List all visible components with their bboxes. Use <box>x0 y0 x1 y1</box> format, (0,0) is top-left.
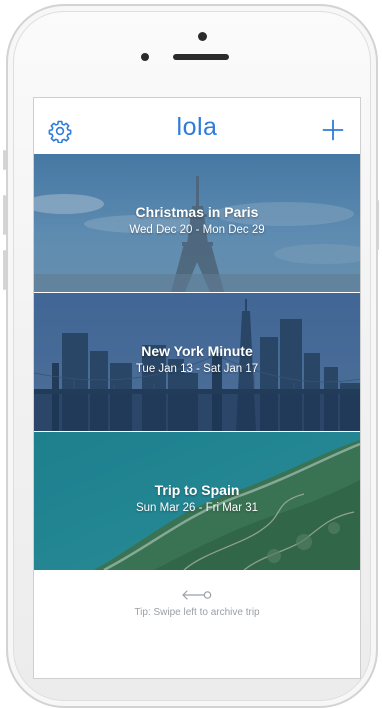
plus-icon[interactable] <box>322 119 344 141</box>
app-title: lola <box>176 113 218 141</box>
tip-area: Tip: Swipe left to archive trip <box>34 571 360 671</box>
trip-name: Trip to Spain <box>154 482 240 498</box>
volume-up-button <box>3 195 6 235</box>
mute-switch <box>3 150 6 170</box>
trip-card-christmas-in-paris[interactable]: Christmas in Paris Wed Dec 20 - Mon Dec … <box>34 154 360 293</box>
trip-dates: Tue Jan 13 - Sat Jan 17 <box>135 363 259 375</box>
tip-text: Tip: Swipe left to archive trip <box>134 607 260 618</box>
proximity-sensor <box>141 53 149 61</box>
earpiece-speaker <box>173 54 229 60</box>
nav-bar: lola <box>34 98 360 154</box>
trip-name: Christmas in Paris <box>135 204 259 220</box>
app-screen: lola Christmas in Paris Wed Dec 20 - Mon… <box>33 97 361 679</box>
front-camera <box>198 32 207 41</box>
power-button <box>376 200 379 250</box>
trip-card-trip-to-spain[interactable]: Trip to Spain Sun Mar 26 - Fri Mar 31 <box>34 432 360 571</box>
trip-card-new-york-minute[interactable]: New York Minute Tue Jan 13 - Sat Jan 17 <box>34 293 360 432</box>
trip-name: New York Minute <box>141 343 253 359</box>
volume-down-button <box>3 250 6 290</box>
trip-dates: Sun Mar 26 - Fri Mar 31 <box>135 502 259 514</box>
trip-info: Trip to Spain Sun Mar 26 - Fri Mar 31 <box>34 482 360 514</box>
trip-info: Christmas in Paris Wed Dec 20 - Mon Dec … <box>34 204 360 236</box>
trip-dates: Wed Dec 20 - Mon Dec 29 <box>129 224 265 236</box>
trip-info: New York Minute Tue Jan 13 - Sat Jan 17 <box>34 343 360 375</box>
swipe-left-arrow-icon <box>182 590 212 600</box>
